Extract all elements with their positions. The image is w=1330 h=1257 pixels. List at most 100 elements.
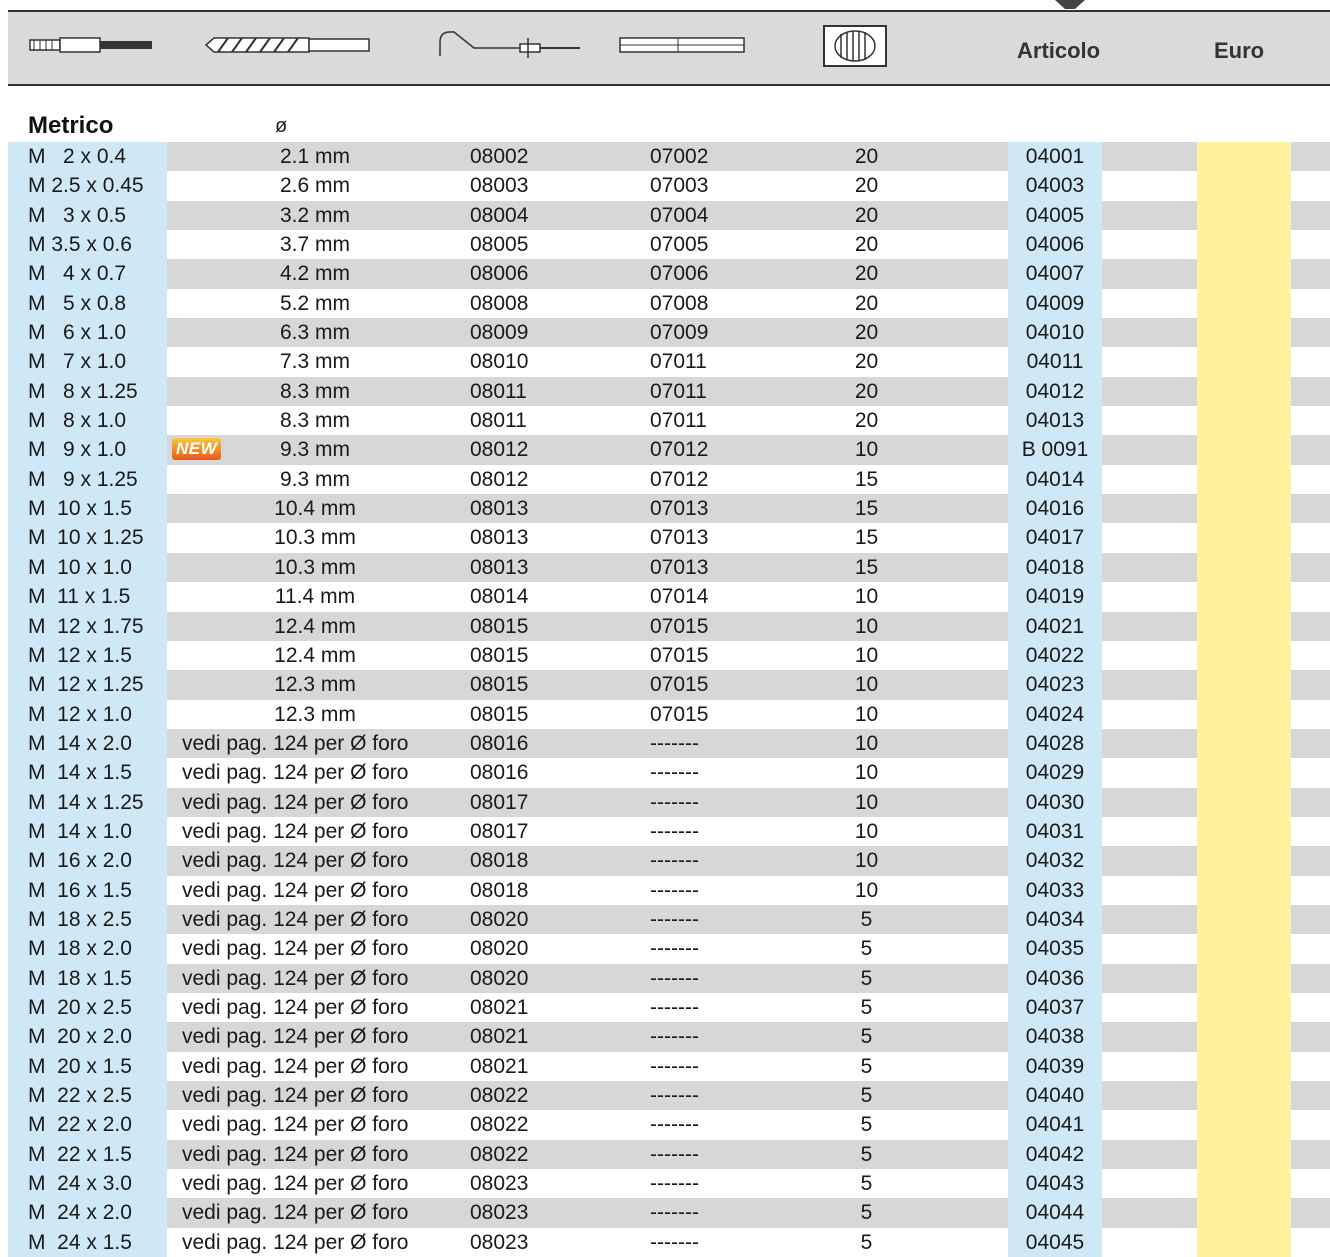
thread-cell: M 12 x 1.25 — [8, 670, 167, 700]
euro-price-cell[interactable] — [1197, 1198, 1291, 1228]
thread-cell: M 22 x 2.5 — [8, 1081, 167, 1111]
extension-code-cell: 07008 — [650, 291, 709, 315]
table-row: M 22 x 2.5 vedi pag. 124 per Ø foro 08022 -… — [8, 1081, 1330, 1111]
euro-price-cell[interactable] — [1197, 640, 1291, 671]
euro-price-cell[interactable] — [1197, 1227, 1291, 1257]
extension-code-cell: 07014 — [650, 585, 709, 609]
extension-code-cell: 07012 — [650, 438, 709, 462]
drill-cell: 12.3 mm — [274, 702, 356, 726]
euro-price-cell[interactable] — [1197, 1022, 1291, 1052]
euro-price-cell[interactable] — [1197, 1169, 1291, 1199]
thread-cell: M 2 x 0.4 — [8, 142, 167, 172]
extension-code-cell: ------- — [650, 1025, 699, 1049]
euro-price-cell[interactable] — [1197, 347, 1291, 377]
euro-price-cell[interactable] — [1197, 1110, 1291, 1140]
quantity-cell: 10 — [854, 761, 879, 785]
euro-price-cell[interactable] — [1197, 318, 1291, 348]
drill-cell: vedi pag. 124 per Ø foro — [182, 1201, 409, 1225]
article-code-cell: 04005 — [1008, 200, 1102, 231]
euro-price-cell[interactable] — [1197, 171, 1291, 201]
tap-code-cell: 08010 — [470, 350, 529, 374]
tap-code-cell: 08017 — [470, 790, 529, 814]
extension-code-cell: 07012 — [650, 467, 709, 491]
extension-code-cell: 07011 — [650, 350, 707, 374]
euro-price-cell[interactable] — [1197, 259, 1291, 289]
extension-code-cell: 07015 — [650, 702, 709, 726]
table-header: Articolo Euro — [8, 12, 1330, 86]
drill-cell: 3.7 mm — [279, 233, 350, 257]
euro-price-cell[interactable] — [1197, 992, 1291, 1023]
quantity-cell: 5 — [860, 966, 873, 990]
thread-cell: M 12 x 1.5 — [8, 640, 167, 671]
table-row: M 8 x 1.0 8.3 mm 08011 07011 20 04013 — [8, 406, 1330, 436]
table-row: M 12 x 1.5 12.4 mm 08015 07015 10 04022 — [8, 640, 1330, 671]
tap-code-cell: 08018 — [470, 878, 529, 902]
quantity-cell: 10 — [854, 878, 879, 902]
euro-price-cell[interactable] — [1197, 494, 1291, 524]
euro-price-cell[interactable] — [1197, 787, 1291, 817]
thread-cell: M 16 x 1.5 — [8, 875, 167, 905]
quantity-cell: 10 — [854, 731, 879, 755]
thread-cell: M 12 x 1.75 — [8, 611, 167, 641]
article-code-cell: 04007 — [1008, 259, 1102, 289]
extension-icon — [619, 37, 745, 53]
quantity-cell: 20 — [854, 262, 879, 286]
euro-price-cell[interactable] — [1197, 523, 1291, 553]
article-code-cell: 04021 — [1008, 611, 1102, 641]
drill-cell: 8.3 mm — [279, 409, 350, 433]
euro-price-cell[interactable] — [1197, 1081, 1291, 1111]
table-row: M 12 x 1.25 12.3 mm 08015 07015 10 04023 — [8, 670, 1330, 700]
table-row: M 14 x 1.5 vedi pag. 124 per Ø foro 08016 -… — [8, 758, 1330, 788]
tap-code-cell: 08012 — [470, 438, 529, 462]
euro-price-cell[interactable] — [1197, 816, 1291, 847]
article-code-cell: 04041 — [1008, 1110, 1102, 1140]
euro-price-cell[interactable] — [1197, 200, 1291, 231]
euro-price-cell[interactable] — [1197, 846, 1291, 876]
euro-price-cell[interactable] — [1197, 406, 1291, 436]
euro-price-cell[interactable] — [1197, 435, 1291, 465]
euro-price-cell[interactable] — [1197, 670, 1291, 700]
drill-cell: 9.3 mm — [279, 467, 350, 491]
euro-price-cell[interactable] — [1197, 934, 1291, 964]
quantity-cell: 10 — [854, 614, 879, 638]
extension-code-cell: ------- — [650, 819, 699, 843]
article-code-cell: 04018 — [1008, 552, 1102, 583]
euro-price-cell[interactable] — [1197, 552, 1291, 583]
euro-price-cell[interactable] — [1197, 875, 1291, 905]
tap-code-cell: 08020 — [470, 937, 529, 961]
article-code-cell: 04003 — [1008, 171, 1102, 201]
drill-cell: 7.3 mm — [279, 350, 350, 374]
euro-price-cell[interactable] — [1197, 230, 1291, 260]
drill-cell: vedi pag. 124 per Ø foro — [182, 1025, 409, 1049]
euro-price-cell[interactable] — [1197, 758, 1291, 788]
tap-code-cell: 08012 — [470, 467, 529, 491]
euro-price-cell[interactable] — [1197, 376, 1291, 407]
euro-price-cell[interactable] — [1197, 728, 1291, 759]
euro-price-cell[interactable] — [1197, 288, 1291, 319]
quantity-cell: 15 — [854, 526, 879, 550]
euro-price-cell[interactable] — [1197, 699, 1291, 729]
tap-wrench-icon — [439, 31, 580, 58]
euro-price-cell[interactable] — [1197, 582, 1291, 612]
euro-price-cell[interactable] — [1197, 963, 1291, 993]
thread-cell: M 9 x 1.0 — [8, 435, 167, 465]
table-row: M 20 x 2.5 vedi pag. 124 per Ø foro 08021 -… — [8, 992, 1330, 1023]
euro-price-cell[interactable] — [1197, 1051, 1291, 1081]
table-row: M 12 x 1.0 12.3 mm 08015 07015 10 04024 — [8, 699, 1330, 729]
table-row: M 14 x 2.0 vedi pag. 124 per Ø foro 08016 -… — [8, 728, 1330, 759]
euro-price-cell[interactable] — [1197, 142, 1291, 172]
article-code-cell: 04045 — [1008, 1227, 1102, 1257]
article-code-cell: 04039 — [1008, 1051, 1102, 1081]
extension-code-cell: 07002 — [650, 145, 709, 168]
tap-code-cell: 08017 — [470, 819, 529, 843]
euro-price-cell[interactable] — [1197, 611, 1291, 641]
section-title: Metrico — [28, 112, 114, 139]
euro-price-cell[interactable] — [1197, 1139, 1291, 1170]
table-row: M 2.5 x 0.45 2.6 mm 08003 07003 20 04003 — [8, 171, 1330, 201]
article-code-cell: 04029 — [1008, 758, 1102, 788]
thread-cell: M 12 x 1.0 — [8, 699, 167, 729]
extension-code-cell: ------- — [650, 1142, 699, 1166]
euro-price-cell[interactable] — [1197, 904, 1291, 935]
quantity-cell: 20 — [854, 350, 879, 374]
euro-price-cell[interactable] — [1197, 464, 1291, 495]
